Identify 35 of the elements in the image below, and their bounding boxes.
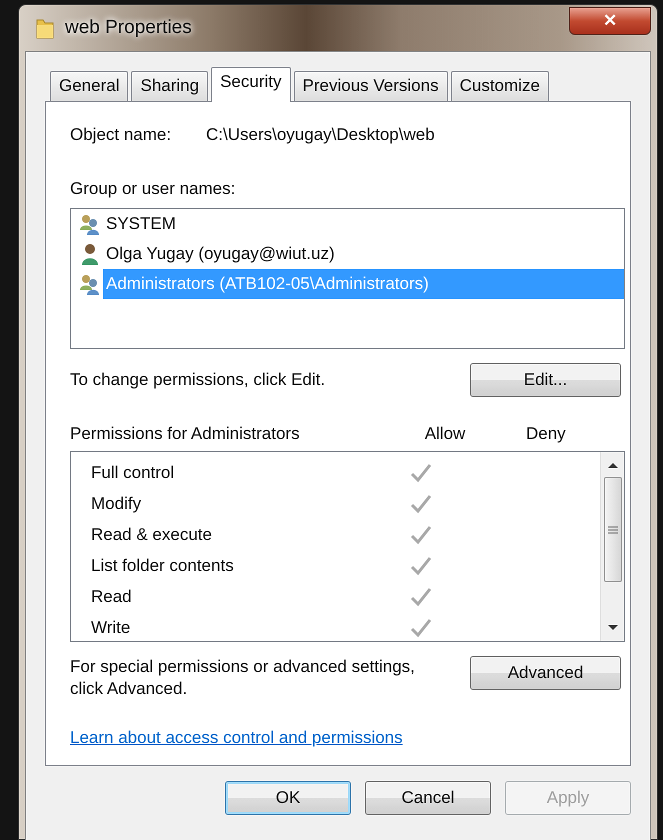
group-icon xyxy=(79,272,101,294)
tab[interactable]: General xyxy=(50,71,128,101)
scroll-thumb[interactable] xyxy=(604,477,622,582)
group-icon xyxy=(79,212,101,234)
user-list-item[interactable]: SYSTEM xyxy=(103,208,179,238)
edit-hint: To change permissions, click Edit. xyxy=(70,368,326,391)
group-label: Group or user names: xyxy=(70,179,236,198)
object-name-label: Object name: xyxy=(70,124,172,146)
permission-name: Read xyxy=(90,586,133,608)
close-button[interactable]: ✕ xyxy=(569,7,651,35)
permission-name: Modify xyxy=(90,492,142,515)
window-title: web Properties xyxy=(65,16,192,40)
dialog-button[interactable]: OK xyxy=(225,781,351,815)
allow-header: Allow xyxy=(424,422,466,444)
scroll-down-icon[interactable] xyxy=(606,624,618,632)
tab[interactable]: Sharing xyxy=(131,71,208,101)
user-list-item[interactable]: Olga Yugay (oyugay@wiut.uz) xyxy=(103,238,338,268)
permission-name: Full control xyxy=(90,462,176,484)
permission-name: Read & execute xyxy=(90,524,213,546)
advanced-hint: For special permissions or advanced settings, click Advanced. xyxy=(70,656,416,700)
help-link[interactable]: Learn about access control and permissions xyxy=(70,728,403,747)
scrollbar[interactable] xyxy=(600,452,624,641)
user-icon xyxy=(79,242,101,264)
object-name-value: C:\Users\oyugay\Desktop\web xyxy=(206,124,435,146)
advanced-button[interactable]: Advanced xyxy=(470,656,621,690)
scroll-up-icon[interactable] xyxy=(606,461,618,469)
tab[interactable]: Customize xyxy=(450,71,549,101)
tab[interactable]: Security xyxy=(211,67,291,102)
tab[interactable]: Previous Versions xyxy=(294,71,448,101)
deny-header: Deny xyxy=(526,422,566,444)
dialog-button[interactable]: Cancel xyxy=(365,781,491,815)
permission-name: Write xyxy=(90,616,132,639)
permission-name: List folder contents xyxy=(90,554,235,577)
edit-button[interactable]: Edit... xyxy=(470,362,621,396)
permissions-label: Permissions for Administrators xyxy=(70,422,301,444)
